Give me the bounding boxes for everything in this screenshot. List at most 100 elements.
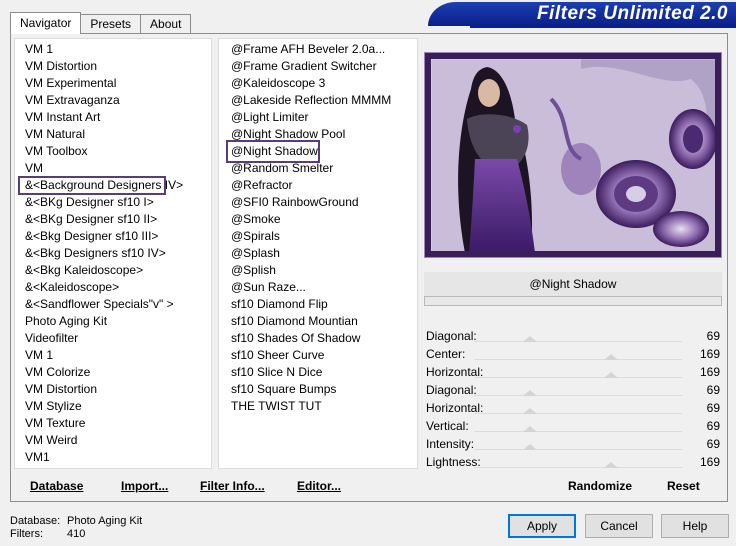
tab-presets[interactable]: Presets — [80, 14, 142, 34]
filter-item[interactable]: @Lakeside Reflection MMMM — [219, 92, 417, 109]
category-item[interactable]: &<Background Designers IV> — [15, 177, 211, 194]
category-item[interactable]: Videofilter — [15, 330, 211, 347]
filter-item[interactable]: sf10 Diamond Mountian — [219, 313, 417, 330]
filter-item[interactable]: @Smoke — [219, 211, 417, 228]
category-item[interactable]: VM Distortion — [15, 58, 211, 75]
category-item[interactable]: Photo Aging Kit — [15, 313, 211, 330]
category-item[interactable]: VM — [15, 160, 211, 177]
param-value: 69 — [706, 383, 720, 397]
param-label: Diagonal: — [426, 329, 477, 343]
apply-button[interactable]: Apply — [508, 514, 576, 538]
status-database-value: Photo Aging Kit — [67, 515, 143, 527]
help-button[interactable]: Help — [661, 514, 729, 538]
filter-item[interactable]: sf10 Shades Of Shadow — [219, 330, 417, 347]
param-slider-thumb[interactable] — [523, 390, 538, 396]
category-item[interactable]: VM Colorize — [15, 364, 211, 381]
filter-item[interactable]: @Kaleidoscope 3 — [219, 75, 417, 92]
param-slider-track[interactable] — [474, 413, 682, 414]
category-item[interactable]: VM Weird — [15, 432, 211, 449]
reset-button[interactable]: Reset — [667, 478, 700, 494]
category-item[interactable]: &<BKg Designer sf10 I> — [15, 194, 211, 211]
tab-about[interactable]: About — [140, 14, 192, 34]
category-item[interactable]: VM1 — [15, 449, 211, 466]
filter-item[interactable]: sf10 Diamond Flip — [219, 296, 417, 313]
filter-item[interactable]: THE TWIST TUT — [219, 398, 417, 415]
param-value: 169 — [699, 365, 720, 379]
param-value: 69 — [706, 437, 720, 451]
filter-item[interactable]: @Night Shadow — [219, 143, 417, 160]
filter-item[interactable]: @Light Limiter — [219, 109, 417, 126]
filter-item[interactable]: @Splash — [219, 245, 417, 262]
database-button[interactable]: Database — [30, 478, 83, 494]
filter-item[interactable]: @Refractor — [219, 177, 417, 194]
param-row: Center: 169 — [424, 345, 722, 363]
category-item[interactable]: VM 1 — [15, 41, 211, 58]
banner-underline — [470, 26, 736, 28]
filter-item[interactable]: sf10 Square Bumps — [219, 381, 417, 398]
category-list[interactable]: VM 1 VM Distortion VM Experimental VM Extra… — [14, 38, 212, 469]
param-slider-thumb[interactable] — [604, 372, 619, 378]
param-slider-track[interactable] — [474, 431, 682, 432]
param-slider-track[interactable] — [474, 341, 682, 342]
category-item[interactable]: VM Experimental — [15, 75, 211, 92]
parameter-panel: Diagonal: 69 Center: 169 Horizontal: 169 Diago… — [424, 308, 722, 470]
param-label: Intensity: — [426, 437, 475, 451]
filter-item[interactable]: sf10 Sheer Curve — [219, 347, 417, 364]
param-slider-track[interactable] — [474, 395, 682, 396]
editor-button[interactable]: Editor... — [297, 478, 341, 494]
filter-item[interactable]: @Splish — [219, 262, 417, 279]
category-item[interactable]: VM 1 — [15, 347, 211, 364]
param-label: Horizontal: — [426, 365, 484, 379]
category-item[interactable]: VM Stylize — [15, 398, 211, 415]
category-item[interactable]: VM Natural — [15, 126, 211, 143]
filter-item[interactable]: @SFI0 RainbowGround — [219, 194, 417, 211]
preview-frame — [424, 52, 722, 258]
param-row: Intensity: 69 — [424, 435, 722, 453]
param-slider-thumb[interactable] — [523, 336, 538, 342]
filter-item[interactable]: @Spirals — [219, 228, 417, 245]
category-item[interactable]: &<Sandflower Specials"v" > — [15, 296, 211, 313]
progress-bar — [424, 296, 722, 306]
param-row: Horizontal: 69 — [424, 399, 722, 417]
param-slider-thumb[interactable] — [523, 426, 538, 432]
param-slider-track[interactable] — [474, 377, 682, 378]
param-label: Center: — [426, 347, 466, 361]
param-slider-thumb[interactable] — [604, 354, 619, 360]
preview-image — [431, 59, 715, 251]
filter-list[interactable]: @Frame AFH Beveler 2.0a... @Frame Gradien… — [218, 38, 418, 469]
category-item[interactable]: VM Extravaganza — [15, 92, 211, 109]
param-slider-track[interactable] — [474, 449, 682, 450]
status-database: Database: Photo Aging Kit — [10, 515, 210, 528]
param-slider-thumb[interactable] — [604, 462, 619, 468]
param-label: Lightness: — [426, 455, 481, 469]
param-label: Diagonal: — [426, 383, 477, 397]
randomize-button[interactable]: Randomize — [568, 478, 632, 494]
category-item[interactable]: &<BKg Designer sf10 II> — [15, 211, 211, 228]
param-slider-track[interactable] — [474, 467, 682, 468]
category-item[interactable]: VM Instant Art — [15, 109, 211, 126]
filter-item[interactable]: @Frame AFH Beveler 2.0a... — [219, 41, 417, 58]
category-item[interactable]: &<Bkg Designer sf10 III> — [15, 228, 211, 245]
param-slider-thumb[interactable] — [523, 444, 538, 450]
import-button[interactable]: Import... — [121, 478, 168, 494]
filter-item[interactable]: @Sun Raze... — [219, 279, 417, 296]
tab-navigator[interactable]: Navigator — [10, 12, 82, 34]
status-database-label: Database: — [10, 515, 61, 527]
filter-item[interactable]: sf10 Slice N Dice — [219, 364, 417, 381]
category-item[interactable]: &<Kaleidoscope> — [15, 279, 211, 296]
filter-item[interactable]: @Frame Gradient Switcher — [219, 58, 417, 75]
category-item[interactable]: VM Texture — [15, 415, 211, 432]
app-banner: Filters Unlimited 2.0 — [428, 2, 736, 26]
category-item[interactable]: VM Distortion — [15, 381, 211, 398]
filter-info-button[interactable]: Filter Info... — [200, 478, 265, 494]
param-row: Vertical: 69 — [424, 417, 722, 435]
cancel-button[interactable]: Cancel — [585, 514, 653, 538]
filter-item[interactable]: @Random Smelter — [219, 160, 417, 177]
param-row: Diagonal: 69 — [424, 381, 722, 399]
category-item[interactable]: &<Bkg Kaleidoscope> — [15, 262, 211, 279]
filter-item[interactable]: @Night Shadow Pool — [219, 126, 417, 143]
param-slider-thumb[interactable] — [523, 408, 538, 414]
param-slider-track[interactable] — [474, 359, 682, 360]
category-item[interactable]: &<Bkg Designers sf10 IV> — [15, 245, 211, 262]
category-item[interactable]: VM Toolbox — [15, 143, 211, 160]
